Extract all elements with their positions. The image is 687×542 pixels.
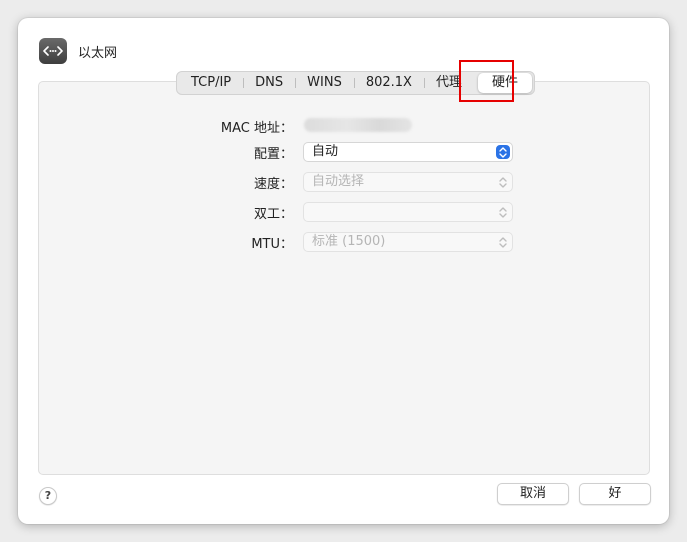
duplex-select[interactable] xyxy=(303,202,513,222)
mac-address-label: MAC 地址： xyxy=(220,121,293,136)
mtu-label: MTU： xyxy=(251,237,293,252)
tab-proxy[interactable]: 代理 xyxy=(423,73,474,93)
tab-bar: TCP/IP DNS WINS 802.1X 代理 硬件 xyxy=(176,71,535,95)
tab-802-1x[interactable]: 802.1X xyxy=(353,73,424,93)
dialog-header: 以太网 xyxy=(39,37,117,65)
tab-tcp-ip[interactable]: TCP/IP xyxy=(179,73,243,93)
cancel-button[interactable]: 取消 xyxy=(497,483,569,505)
config-label: 配置： xyxy=(253,147,293,162)
ethernet-icon xyxy=(39,38,67,64)
ok-button[interactable]: 好 xyxy=(579,483,651,505)
up-down-chevron-icon xyxy=(496,205,510,219)
config-select-value: 自动 xyxy=(312,144,339,159)
speed-select-value: 自动选择 xyxy=(312,174,365,189)
tab-wins[interactable]: WINS xyxy=(295,73,354,93)
speed-select[interactable]: 自动选择 xyxy=(303,172,513,192)
speed-label: 速度： xyxy=(253,177,293,192)
up-down-chevron-icon xyxy=(496,175,510,189)
mac-address-value-redacted xyxy=(304,118,412,132)
help-button[interactable]: ? xyxy=(39,487,57,505)
tab-hardware[interactable]: 硬件 xyxy=(477,73,532,93)
mtu-select[interactable]: 标准 (1500) xyxy=(303,232,513,252)
network-ethernet-dialog: 以太网 TCP/IP DNS WINS 802.1X 代理 硬件 MAC 地址：… xyxy=(18,18,669,524)
hardware-panel xyxy=(38,81,650,475)
config-select[interactable]: 自动 xyxy=(303,142,513,162)
mtu-select-value: 标准 (1500) xyxy=(312,234,386,249)
up-down-chevron-icon xyxy=(496,145,510,159)
tab-dns[interactable]: DNS xyxy=(243,73,295,93)
duplex-label: 双工： xyxy=(253,207,293,222)
dialog-title: 以太网 xyxy=(78,45,118,61)
up-down-chevron-icon xyxy=(496,235,510,249)
